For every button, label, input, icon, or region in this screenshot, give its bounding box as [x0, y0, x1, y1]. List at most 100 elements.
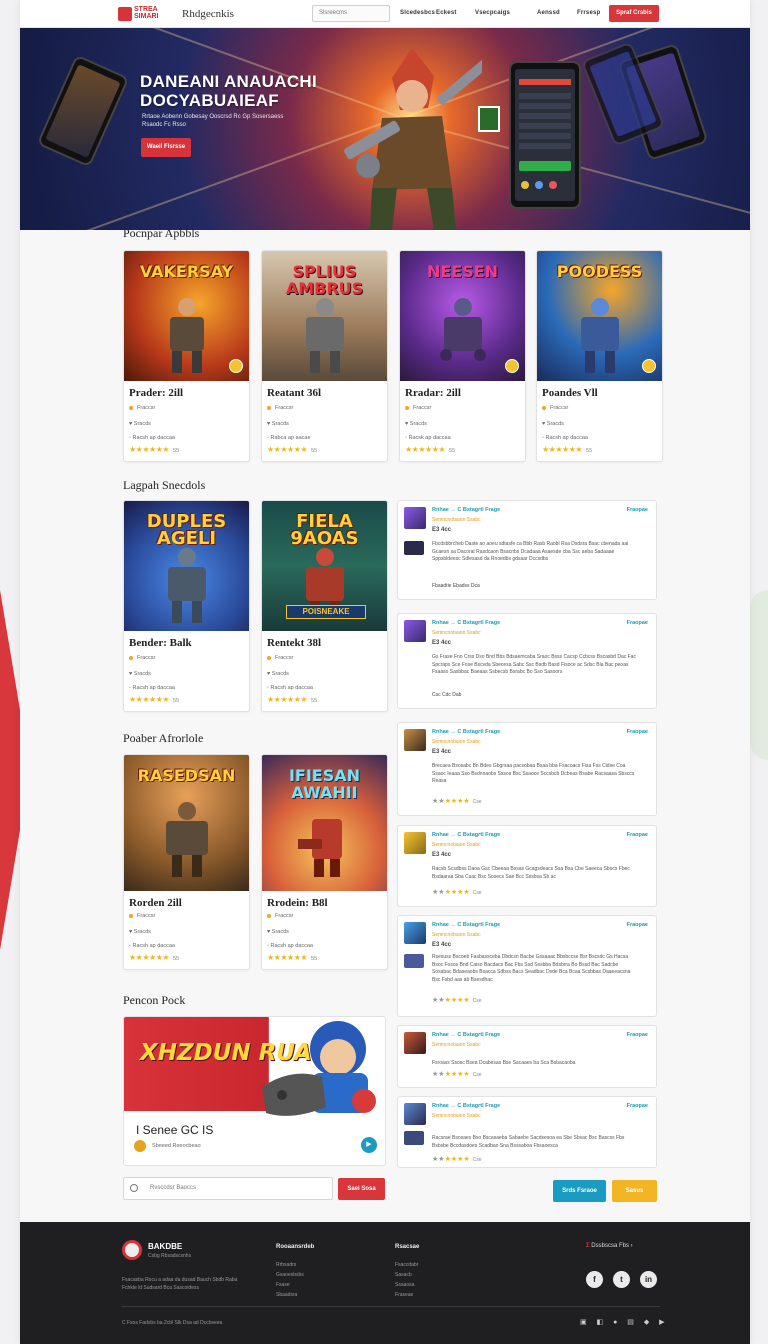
review-title[interactable]: Rnhae → C Bstagrtl Frage — [432, 832, 500, 838]
review-title[interactable]: Rnhae → C Bstagrtl Frage — [432, 507, 500, 513]
review-link[interactable]: Fraopae — [627, 620, 648, 626]
review-title[interactable]: Rnhae → C Bstagrtl Frage — [432, 1032, 500, 1038]
review-link[interactable]: Fraopae — [627, 507, 648, 513]
footer-link[interactable]: Rrbsadrs — [276, 1262, 296, 1268]
game-card[interactable]: VAKERSAY Prader: 2ill Fraccsr ♥ Sracds ◦… — [123, 250, 250, 462]
badge-icon — [642, 359, 656, 373]
game-card[interactable]: FIELA 9AOAS POISNEAKE Rentekt 38l Fraccs… — [261, 500, 388, 712]
logo-text[interactable]: STREA SIMARI — [134, 6, 174, 20]
game-card-meta: ◦ Rabca ap aacae — [267, 435, 311, 441]
review-link[interactable]: Fraopae — [627, 729, 648, 735]
review-link[interactable]: Fraopae — [627, 922, 648, 928]
review-item[interactable]: Rnhae → C Bstagrtl Frage Semncnobaion Ss… — [397, 1096, 657, 1168]
game-card-title: Rentekt 38l — [267, 637, 322, 649]
search-button[interactable]: Saei Sosa — [338, 1178, 385, 1200]
game-card-platform: ♥ Sracds — [129, 421, 151, 427]
avatar — [404, 729, 426, 751]
game-card-art: FIELA 9AOAS POISNEAKE — [262, 501, 387, 631]
game-card-title: Bender: Balk — [129, 637, 192, 649]
footer-description: Fsacasba Rocu a adaa da dusad Bauch Sbdb… — [122, 1277, 238, 1291]
game-card[interactable]: IFIESAN AWAHII Rrodein: B8l Fraccsr ♥ Sr… — [261, 754, 388, 970]
review-item[interactable]: Rnhae → C Bstagrtl Frage Semncnobaion Ss… — [397, 825, 657, 907]
brand-name[interactable]: Rhdgecnkis — [182, 8, 234, 20]
nav-link-2[interactable]: Eckest — [436, 10, 457, 16]
hero-cta-button[interactable]: Waeil Flsrsse — [141, 138, 191, 157]
promo-meta: Sbeeed Reeocbeao — [152, 1143, 201, 1149]
game-card-art: DUPLES AGELI — [124, 501, 249, 631]
game-card-title: Rrodein: B8l — [267, 897, 328, 909]
game-card[interactable]: POODESS Poandes Vll Fraccsr ♥ Sracds ◦ R… — [536, 250, 663, 462]
game-card-rating: ★★★★★★ 55 — [405, 445, 456, 454]
footer-link[interactable]: Fraseae — [395, 1292, 413, 1298]
nav-link-4[interactable]: Aenssd — [537, 10, 560, 16]
bottom-search-input[interactable]: Rvsccdsr Baoccs — [123, 1177, 333, 1200]
review-footer: Fbaadtie Ebadss Dca — [432, 583, 480, 589]
review-footer: Csc Cdc Dab — [432, 692, 462, 698]
review-body: Fsroass Ssosc Bsea Dcabesas Bse Sacaaes … — [432, 1060, 576, 1066]
nav-link-1[interactable]: Slcedesbcs — [400, 10, 435, 16]
game-card-rating: ★★★★★★ 55 — [267, 695, 318, 704]
footer-icon-row[interactable]: ▣ ◧ ● ▤ ◆ ▶ — [580, 1318, 669, 1326]
review-meta: E3 4cc — [432, 749, 452, 755]
review-title[interactable]: Rnhae → C Bstagrtl Frage — [432, 620, 500, 626]
promo-character-illustration — [262, 1021, 376, 1116]
footer-column-heading: Rooaansrdeb — [276, 1244, 315, 1250]
review-rating: ★★★★★★ Cse — [432, 798, 482, 805]
game-card[interactable]: SPLIUS AMBRUS Reatant 36l Fraccsr ♥ Srac… — [261, 250, 388, 462]
footer-column-heading: Rsacsae — [395, 1244, 420, 1250]
featured-promo-card[interactable]: XHZDUN RUAKES I Senee GC IS Sbeeed Reeoc… — [123, 1016, 386, 1166]
review-item[interactable]: Rnhae → C Bstagrtl Frage Semncnobaion Ss… — [397, 1025, 657, 1088]
avatar — [404, 1131, 424, 1145]
hero-title: DANEANI ANAUACHI DOCYABUAIEAF — [140, 72, 317, 110]
game-card[interactable]: RASEDSAN Rorden 2ill Fraccsr ♥ Sracds ◦ … — [123, 754, 250, 970]
footer-logo-icon[interactable] — [122, 1240, 142, 1260]
review-item[interactable]: Rnhae → C Bstagrtl Frage Semncnobaion Ss… — [397, 613, 657, 709]
review-item[interactable]: Rnhae → C Bstagrtl Frage Semncnobaion Ss… — [397, 915, 657, 1017]
game-card-platform: ♥ Sracds — [129, 671, 151, 677]
footer-link[interactable]: Sbaadsra — [276, 1292, 297, 1298]
hero-subtitle: Rrtaoe Aobenn Gobesay Ooscrsd Rc Gp Sose… — [142, 114, 284, 128]
blue-action-button[interactable]: Srds Fsraoe — [553, 1180, 606, 1202]
facebook-icon[interactable]: f — [586, 1271, 603, 1288]
game-card-title: Prader: 2ill — [129, 387, 184, 399]
review-rating: ★★★★★★ Cse — [432, 1071, 482, 1078]
footer-right-label[interactable]: Ʃ Dssbscsa Fbs › — [586, 1243, 633, 1249]
linkedin-icon[interactable]: in — [640, 1271, 657, 1288]
avatar — [404, 922, 426, 944]
review-body: Rsesuss Bscoeb Fasbassceba Dbdcsn Bacbe … — [432, 954, 631, 983]
logo-icon[interactable] — [118, 7, 132, 21]
game-card-title: Rorden 2ill — [129, 897, 182, 909]
game-card-platform: ♥ Sracds — [267, 671, 289, 677]
footer-link[interactable]: Fsase — [276, 1282, 290, 1288]
footer-link[interactable]: Gsaoesbsbs — [276, 1272, 304, 1278]
footer-link[interactable]: Fsaccdabr — [395, 1262, 418, 1268]
review-item[interactable]: Rnhae → C Bstagrtl Frage Semncnobaion Ss… — [397, 722, 657, 816]
footer-link[interactable]: Sasacb — [395, 1272, 412, 1278]
review-meta: E3 4cc — [432, 640, 452, 646]
game-card-genre: Fraccsr — [542, 405, 568, 411]
game-card[interactable]: NEESEN Rradar: 2ill Fraccsr ♥ Sracds ◦ R… — [399, 250, 526, 462]
game-card-art: RASEDSAN — [124, 755, 249, 891]
review-link[interactable]: Fraopae — [627, 1032, 648, 1038]
footer-link[interactable]: Ssaaosa — [395, 1282, 414, 1288]
review-title[interactable]: Rnhae → C Bstagrtl Frage — [432, 922, 500, 928]
section-title-popular: Pocnpar Apbbls — [123, 226, 200, 240]
game-card-art: SPLIUS AMBRUS — [262, 251, 387, 381]
review-title[interactable]: Rnhae → C Bstagrtl Frage — [432, 1103, 500, 1109]
game-card-title: Reatant 36l — [267, 387, 322, 399]
yellow-action-button[interactable]: Sasus — [612, 1180, 657, 1202]
nav-search-input[interactable]: Slsreecms — [312, 5, 390, 22]
game-card[interactable]: DUPLES AGELI Bender: Balk Fraccsr ♥ Srac… — [123, 500, 250, 712]
review-link[interactable]: Fraopae — [627, 1103, 648, 1109]
play-icon[interactable]: ▶ — [361, 1137, 377, 1153]
hero-character-illustration — [344, 48, 482, 230]
review-subtitle: Semncnobaion Ssabc — [432, 630, 481, 636]
nav-link-5[interactable]: Frrsesp — [577, 10, 600, 16]
review-rating: ★★★★★★ Cse — [432, 997, 482, 1004]
nav-cta-button[interactable]: Spraf Crsbis — [609, 5, 659, 22]
review-link[interactable]: Fraopae — [627, 832, 648, 838]
nav-link-3[interactable]: Vsecpcaigs — [475, 10, 510, 16]
review-title[interactable]: Rnhae → C Bstagrtl Frage — [432, 729, 500, 735]
twitter-icon[interactable]: t — [613, 1271, 630, 1288]
review-item[interactable]: Rnhae → C Bstagrtl Frage Semncnobaion Ss… — [397, 500, 657, 600]
